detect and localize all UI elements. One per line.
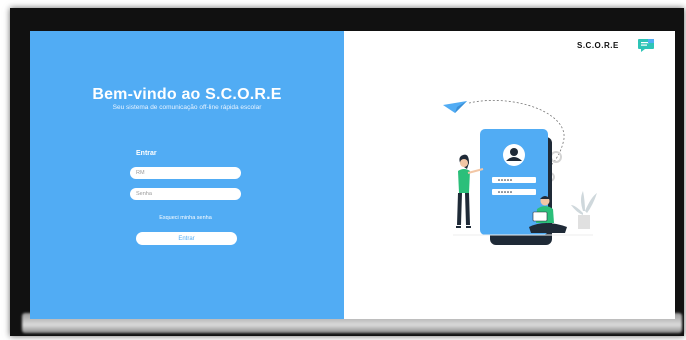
plant-icon [571,191,597,229]
login-heading: Entrar [136,150,157,157]
woman-figure [456,154,484,228]
illustration-panel: S.C.O.R.E [344,31,675,319]
forgot-password-link[interactable]: Esqueci minha senha [130,215,241,221]
password-input[interactable] [130,188,241,200]
welcome-title: Bem-vindo ao S.C.O.R.E [92,86,282,103]
chat-bubble-icon [638,39,654,52]
login-button[interactable]: Entrar [136,232,237,245]
welcome-subtitle: Seu sistema de comunicação off-line rápi… [112,104,262,111]
login-illustration [443,100,597,245]
app-screen: Bem-vindo ao S.C.O.R.E Seu sistema de co… [30,31,675,319]
brand-name: S.C.O.R.E [577,41,619,50]
login-panel: Bem-vindo ao S.C.O.R.E Seu sistema de co… [30,31,344,319]
paper-plane-icon [443,101,467,113]
rm-input[interactable] [130,167,241,179]
